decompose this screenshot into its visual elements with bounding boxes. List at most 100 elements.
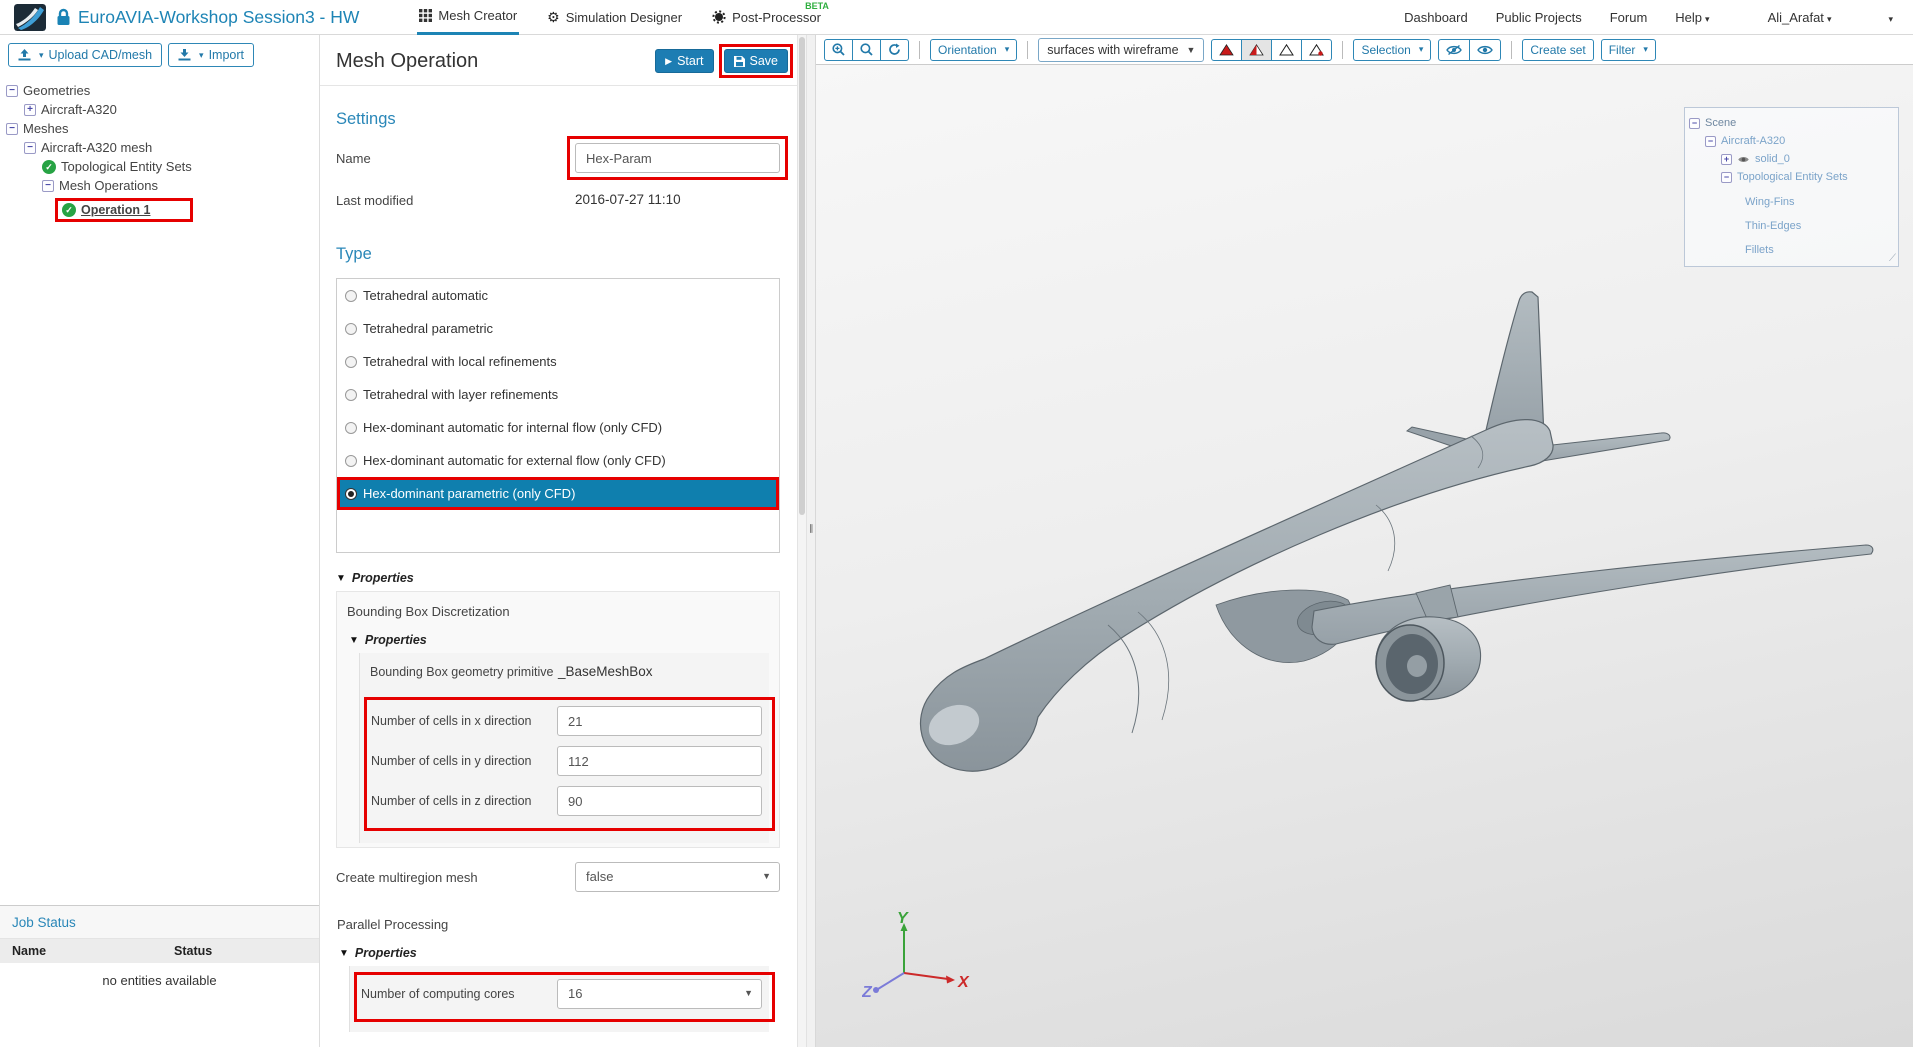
collapse-icon[interactable]: − xyxy=(1705,135,1716,147)
type-option-hex-external[interactable]: Hex-dominant automatic for external flow… xyxy=(337,444,779,477)
radio-icon[interactable] xyxy=(345,289,357,302)
chevron-down-icon: ▼ xyxy=(1186,44,1196,55)
face-normal-solid-button[interactable] xyxy=(1211,38,1243,61)
selection-dropdown[interactable]: Selection ▾ xyxy=(1353,38,1432,61)
expand-icon[interactable]: + xyxy=(24,103,36,116)
tree-item-aircraft-a320[interactable]: + Aircraft-A320 xyxy=(6,100,313,119)
scene-node-thin-edges[interactable]: Thin-Edges xyxy=(1689,217,1894,235)
eye-icon[interactable] xyxy=(1737,155,1750,164)
face-outline-marked-button[interactable] xyxy=(1301,38,1333,61)
cells-z-input[interactable] xyxy=(557,786,762,816)
scene-node-topo-sets[interactable]: − Topological Entity Sets xyxy=(1689,168,1894,186)
face-outline-button[interactable] xyxy=(1271,38,1303,61)
zoom-in-button[interactable] xyxy=(824,38,853,61)
cells-y-input[interactable] xyxy=(557,746,762,776)
reset-view-button[interactable] xyxy=(880,38,909,61)
panel-scrollbar xyxy=(797,35,806,1047)
cells-x-input[interactable] xyxy=(557,706,762,736)
scene-node-aircraft[interactable]: − Aircraft-A320 xyxy=(1689,132,1894,150)
name-input[interactable] xyxy=(575,143,780,173)
panel-title: Mesh Operation xyxy=(336,49,479,72)
annotation-box xyxy=(567,136,788,180)
success-check-icon: ✓ xyxy=(62,203,76,217)
collapse-icon[interactable]: − xyxy=(6,122,18,135)
type-option-hex-parametric-selected[interactable]: Hex-dominant parametric (only CFD) xyxy=(337,477,779,510)
filter-dropdown[interactable]: Filter ▾ xyxy=(1600,38,1656,61)
name-label: Name xyxy=(336,150,371,166)
type-heading: Type xyxy=(336,245,372,263)
properties-toggle[interactable]: ▼ Properties xyxy=(336,571,780,585)
face-normal-mixed-button[interactable] xyxy=(1241,38,1273,61)
chevron-down-icon: ▾ xyxy=(1705,13,1710,24)
primitive-row: Bounding Box geometry primitive _BaseMes… xyxy=(370,657,769,687)
cores-select[interactable]: 16 ▼ xyxy=(557,979,762,1009)
render-canvas[interactable]: − Scene − Aircraft-A320 + solid_0 − Topo… xyxy=(816,65,1913,1047)
scene-node-root[interactable]: − Scene xyxy=(1689,114,1894,132)
collapse-icon[interactable]: − xyxy=(1721,171,1732,183)
import-icon xyxy=(178,49,191,61)
collapse-icon[interactable]: − xyxy=(24,141,36,154)
start-button[interactable]: ▶ Start xyxy=(655,49,714,73)
nav-help-menu[interactable]: Help ▾ xyxy=(1675,10,1709,25)
scene-node-wing-fins[interactable]: Wing-Fins xyxy=(1689,193,1894,211)
viewport-3d: Orientation ▾ surfaces with wireframe ▼ xyxy=(816,35,1913,1047)
radio-selected-icon[interactable] xyxy=(345,487,357,500)
panel-resize-divider[interactable]: ∥ xyxy=(807,35,816,1047)
zoom-window-button[interactable] xyxy=(852,38,881,61)
chevron-down-icon: ▾ xyxy=(39,49,44,60)
import-button[interactable]: ▾ Import xyxy=(168,43,255,67)
gears-icon: ⚙ xyxy=(547,9,560,25)
tab-mesh-creator[interactable]: Mesh Creator xyxy=(417,0,520,35)
type-option-hex-internal[interactable]: Hex-dominant automatic for internal flow… xyxy=(337,411,779,444)
primitive-label: Bounding Box geometry primitive xyxy=(370,665,554,679)
tab-post-processor[interactable]: BETA Post-Processor xyxy=(710,0,829,35)
create-set-button[interactable]: Create set xyxy=(1522,38,1594,61)
project-title: EuroAVIA-Workshop Session3 - HW xyxy=(78,6,360,27)
collapse-icon[interactable]: − xyxy=(1689,117,1700,129)
scene-node-solid0[interactable]: + solid_0 xyxy=(1689,150,1894,168)
collapse-icon[interactable]: − xyxy=(42,179,54,192)
magnifier-plus-icon xyxy=(832,43,845,56)
orientation-dropdown[interactable]: Orientation ▾ xyxy=(930,38,1018,61)
tree-item-operation-1[interactable]: ✓ Operation 1 xyxy=(6,195,313,225)
tree-item-meshes[interactable]: − Meshes xyxy=(6,119,313,138)
user-menu[interactable]: Ali_Arafat ▾ xyxy=(1768,10,1832,25)
multiregion-select[interactable]: false ▼ xyxy=(575,862,780,892)
nav-forum[interactable]: Forum xyxy=(1610,10,1648,25)
scene-node-fillets[interactable]: Fillets xyxy=(1689,241,1894,259)
cells-x-row: Number of cells in x direction xyxy=(371,706,768,736)
scrollbar-thumb[interactable] xyxy=(799,37,805,515)
chevron-down-icon: ▾ xyxy=(1004,44,1010,54)
show-selected-button[interactable] xyxy=(1469,38,1502,61)
sphere-icon xyxy=(712,10,726,24)
radio-icon[interactable] xyxy=(345,322,357,335)
chevron-down-icon: ▾ xyxy=(199,49,204,60)
tree-item-aircraft-mesh[interactable]: − Aircraft-A320 mesh xyxy=(6,138,313,157)
type-option-tet-automatic[interactable]: Tetrahedral automatic xyxy=(337,279,779,312)
outline-triangle-icon xyxy=(1279,43,1295,55)
render-mode-select[interactable]: surfaces with wireframe ▼ xyxy=(1038,37,1205,62)
save-button[interactable]: Save xyxy=(723,49,788,73)
properties-toggle[interactable]: ▼ Properties xyxy=(339,946,769,960)
properties-toggle[interactable]: ▼ Properties xyxy=(349,633,769,647)
type-option-tet-layer-refinements[interactable]: Tetrahedral with layer refinements xyxy=(337,378,779,411)
hide-selected-button[interactable] xyxy=(1438,38,1471,61)
radio-icon[interactable] xyxy=(345,355,357,368)
expand-icon[interactable]: + xyxy=(1721,153,1732,165)
type-option-tet-parametric[interactable]: Tetrahedral parametric xyxy=(337,312,779,345)
tree-item-topological-entity-sets[interactable]: ✓ Topological Entity Sets xyxy=(6,157,313,176)
radio-icon[interactable] xyxy=(345,388,357,401)
extra-menu[interactable]: ▾ xyxy=(1885,10,1893,25)
type-option-tet-local-refinements[interactable]: Tetrahedral with local refinements xyxy=(337,345,779,378)
radio-icon[interactable] xyxy=(345,454,357,467)
collapse-icon[interactable]: − xyxy=(6,84,18,97)
tree-item-geometries[interactable]: − Geometries xyxy=(6,81,313,100)
last-modified-value: 2016-07-27 11:10 xyxy=(575,192,681,207)
nav-dashboard[interactable]: Dashboard xyxy=(1404,10,1468,25)
upload-cad-button[interactable]: ▾ Upload CAD/mesh xyxy=(8,43,163,67)
tree-item-mesh-operations[interactable]: − Mesh Operations xyxy=(6,176,313,195)
resize-handle-icon[interactable]: ⟋ xyxy=(1889,253,1896,264)
nav-public-projects[interactable]: Public Projects xyxy=(1496,10,1582,25)
radio-icon[interactable] xyxy=(345,421,357,434)
tab-simulation-designer[interactable]: ⚙ Simulation Designer xyxy=(545,0,684,35)
